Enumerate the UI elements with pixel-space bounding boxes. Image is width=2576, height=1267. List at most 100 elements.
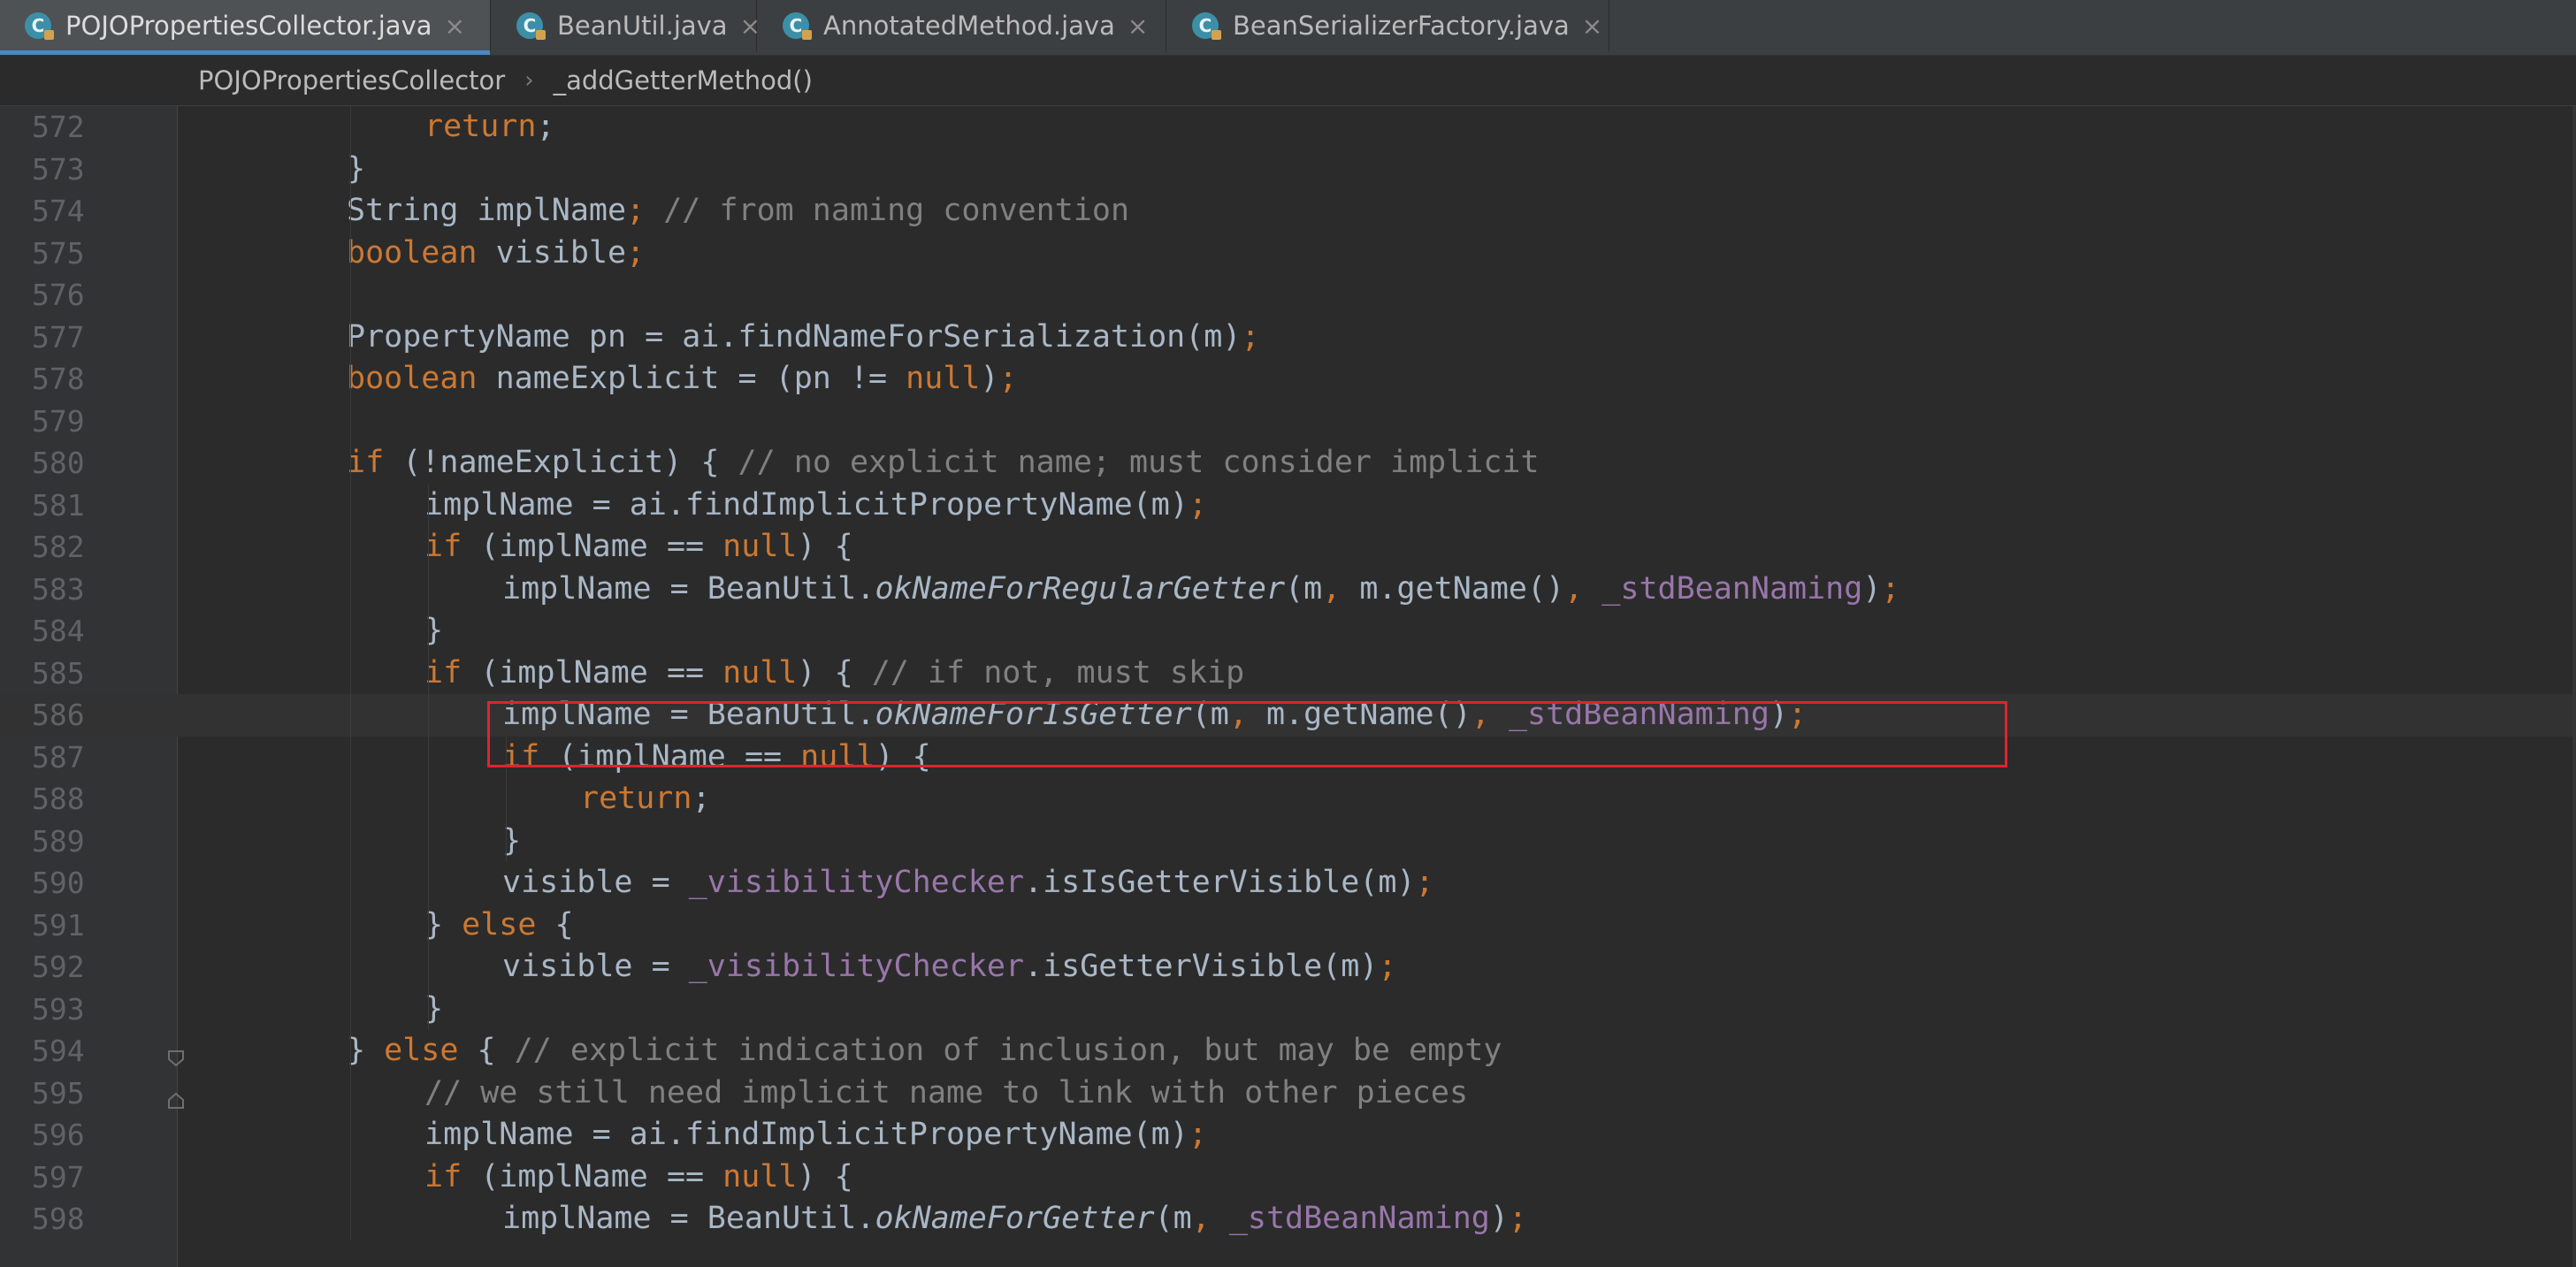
line-number: 598	[32, 1202, 85, 1236]
code-line[interactable]: 588 return;	[0, 778, 2576, 820]
code-token: m.getName()	[1247, 697, 1471, 732]
line-number: 583	[32, 571, 85, 607]
code-token: nameExplicit = (pn !=	[477, 361, 906, 396]
code-line[interactable]: 587 if (implName == null) {	[0, 737, 2576, 779]
code-line[interactable]: 579	[0, 401, 2576, 443]
line-number: 587	[32, 739, 85, 775]
code-line[interactable]: 573}	[0, 149, 2576, 191]
code-line[interactable]: 578 boolean nameExplicit = (pn != null);	[0, 358, 2576, 401]
close-icon[interactable]: ×	[1127, 11, 1148, 41]
code-token: _visibilityChecker	[688, 949, 1025, 984]
code-token: if	[502, 738, 540, 775]
line-number: 572	[32, 110, 85, 144]
code-line[interactable]: 597 if (implName == null) {	[0, 1156, 2576, 1199]
tab-label: BeanUtil.java	[557, 11, 728, 41]
fold-marker-icon[interactable]	[166, 1091, 186, 1111]
svg-text:C: C	[790, 15, 803, 36]
code-token: _visibilityChecker	[688, 865, 1025, 900]
code-line[interactable]: 583 implName = BeanUtil.okNameForRegularG…	[0, 569, 2576, 611]
fold-marker-icon[interactable]	[166, 1049, 186, 1068]
code-line[interactable]: 590 visible = _visibilityChecker.isIsGett…	[0, 862, 2576, 904]
code-line[interactable]: 585 if (implName == null) { // if not, mu…	[0, 653, 2576, 695]
code-token: }	[424, 906, 462, 943]
breadcrumb-method[interactable]: _addGetterMethod()	[554, 65, 813, 95]
code-token: (implName ==	[462, 1158, 723, 1194]
code-line[interactable]: 581 implName = ai.findImplicitPropertyNam…	[0, 485, 2576, 527]
code-token: // if not, must skip	[871, 654, 1245, 691]
code-token: )	[1862, 570, 1882, 607]
indent-guide	[350, 106, 351, 1240]
tab-pojo-properties-collector[interactable]: C POJOPropertiesCollector.java ×	[0, 0, 491, 55]
code-line[interactable]: 572 return;	[0, 106, 2576, 149]
code-text: if (!nameExplicit) { // no explicit name…	[347, 442, 1540, 485]
code-line[interactable]: 580 if (!nameExplicit) { // no explicit n…	[0, 442, 2576, 485]
line-number: 596	[32, 1118, 85, 1152]
tab-bean-serializer-factory[interactable]: C BeanSerializerFactory.java ×	[1167, 0, 1609, 51]
java-class-icon: C	[1190, 9, 1224, 42]
code-token: ;	[1508, 1201, 1527, 1236]
code-line[interactable]: 593}	[0, 988, 2576, 1031]
tab-annotated-method[interactable]: C AnnotatedMethod.java ×	[758, 0, 1166, 51]
code-token: null	[722, 529, 798, 564]
code-text: implName = BeanUtil.okNameForIsGetter(m,…	[502, 694, 1807, 737]
line-number: 590	[32, 866, 85, 900]
code-token: (!nameExplicit) {	[384, 445, 738, 480]
line-number: 585	[32, 655, 85, 691]
code-token: okNameForGetter	[875, 1201, 1155, 1236]
code-token: implName = ai.findImplicitPropertyName(m…	[424, 1117, 1189, 1152]
code-token: .isIsGetterVisible(m)	[1024, 865, 1416, 900]
code-line[interactable]: 584}	[0, 610, 2576, 653]
code-token: null	[800, 738, 875, 775]
code-token: {	[536, 906, 574, 943]
code-line[interactable]: 589}	[0, 820, 2576, 863]
code-token: (m	[1191, 697, 1229, 732]
ide-window: C POJOPropertiesCollector.java × C BeanU…	[0, 0, 2576, 1267]
code-line[interactable]: 591} else {	[0, 904, 2576, 947]
code-line[interactable]: 574 String implName; // from naming conve…	[0, 190, 2576, 233]
code-token: String implName	[347, 193, 627, 228]
code-token: ) {	[797, 654, 872, 691]
code-line[interactable]: 576	[0, 274, 2576, 317]
code-text: if (implName == null) {	[424, 1156, 853, 1199]
code-text: // we still need implicit name to link w…	[424, 1072, 1468, 1115]
code-token: ,	[1322, 570, 1342, 607]
line-number: 582	[32, 530, 85, 564]
code-token: (implName ==	[462, 529, 723, 564]
code-line[interactable]: 594} else { // explicit indication of in…	[0, 1030, 2576, 1072]
code-token: ;	[998, 361, 1018, 396]
breadcrumb-separator: ›	[524, 67, 534, 94]
code-token: ,	[1471, 697, 1490, 732]
editor-tab-bar: C POJOPropertiesCollector.java × C BeanU…	[0, 0, 2576, 56]
code-token: null	[722, 654, 798, 691]
breadcrumb-class[interactable]: POJOPropertiesCollector	[198, 65, 505, 95]
code-line[interactable]: 575 boolean visible;	[0, 233, 2576, 275]
code-token: ;	[1188, 1117, 1208, 1152]
close-icon[interactable]: ×	[1582, 11, 1602, 41]
code-line[interactable]: 592 visible = _visibilityChecker.isGetter…	[0, 946, 2576, 988]
line-number: 594	[32, 1034, 85, 1068]
line-number: 588	[32, 782, 85, 816]
code-token: ;	[1881, 570, 1900, 607]
code-text: } else {	[424, 904, 574, 947]
code-token: ;	[692, 781, 711, 816]
code-text: String implName; // from naming conventi…	[347, 190, 1129, 233]
tab-bean-util[interactable]: C BeanUtil.java ×	[492, 0, 761, 51]
indent-guide	[506, 736, 507, 862]
code-line[interactable]: 577 PropertyName pn = ai.findNameForSeria…	[0, 317, 2576, 359]
code-text: if (implName == null) {	[424, 526, 853, 569]
code-line[interactable]: 582 if (implName == null) {	[0, 526, 2576, 569]
code-token: if	[347, 445, 385, 480]
code-line[interactable]: 595 // we still need implicit name to lin…	[0, 1072, 2576, 1115]
close-icon[interactable]: ×	[445, 11, 465, 41]
code-line[interactable]: 586 implName = BeanUtil.okNameForIsGetter…	[0, 694, 2576, 737]
code-line[interactable]: 596 implName = ai.findImplicitPropertyNam…	[0, 1114, 2576, 1156]
code-token: }	[347, 1033, 385, 1068]
code-token: return	[580, 781, 692, 816]
code-token: implName = BeanUtil.	[502, 1201, 875, 1236]
code-line[interactable]: 598 implName = BeanUtil.okNameForGetter(m…	[0, 1198, 2576, 1240]
svg-text:C: C	[524, 15, 537, 36]
code-editor[interactable]: 572 return; 573} 574 String implName; // fro…	[0, 106, 2576, 1267]
java-class-icon: C	[781, 9, 814, 42]
